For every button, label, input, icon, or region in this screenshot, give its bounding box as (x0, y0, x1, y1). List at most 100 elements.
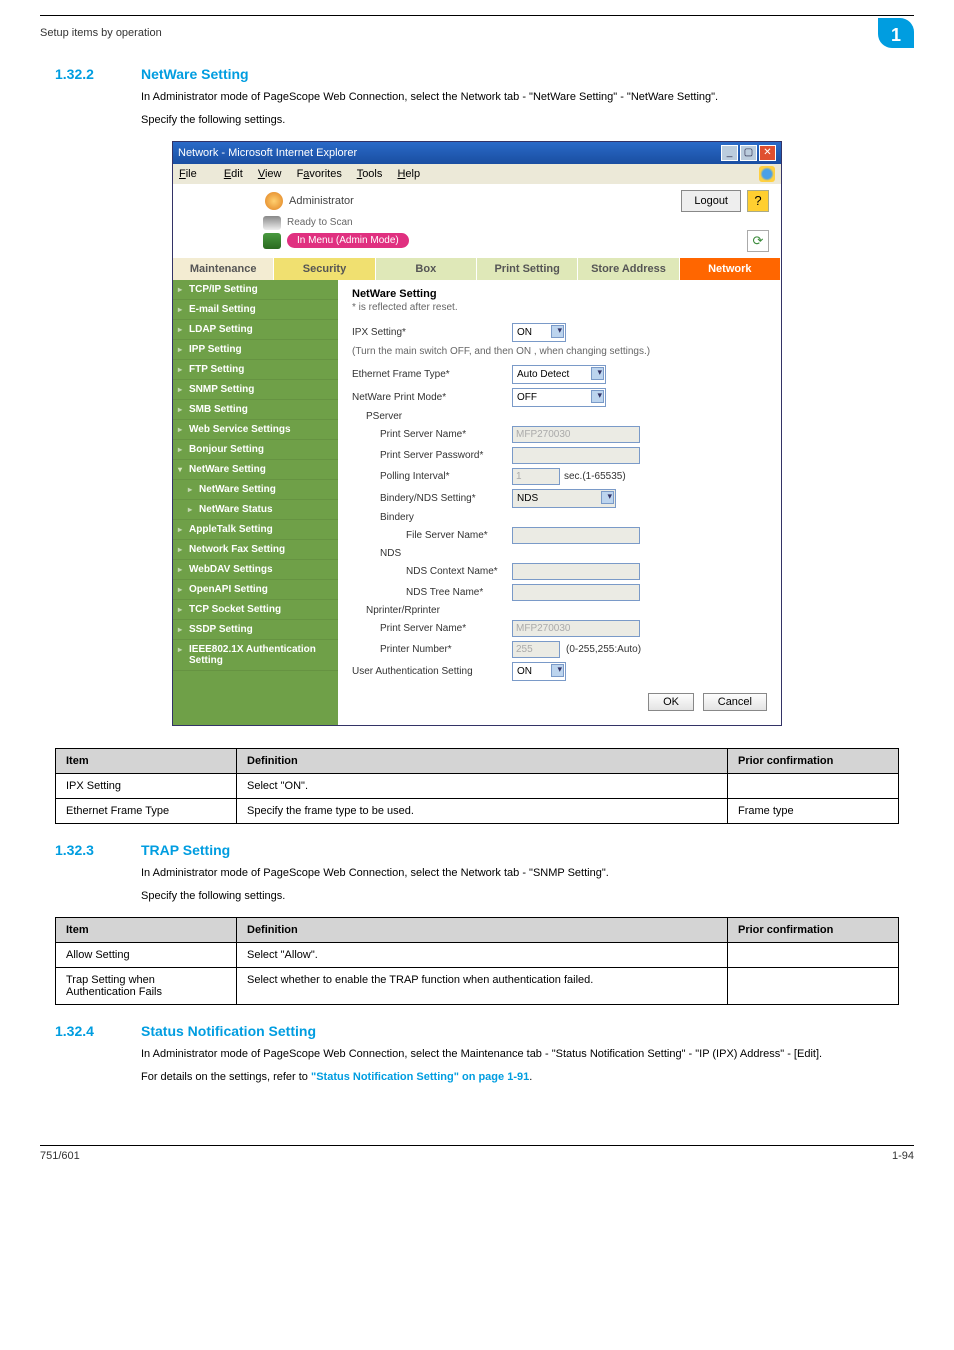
admin-label: Administrator (289, 195, 354, 207)
table-cell: Select "Allow". (237, 942, 728, 967)
label-poll: Polling Interval* (352, 471, 512, 482)
table-cell: Select whether to enable the TRAP functi… (237, 967, 728, 1004)
logout-button[interactable]: Logout (681, 190, 741, 212)
label-bind: Bindery/NDS Setting* (352, 493, 512, 504)
ipx-select[interactable] (512, 323, 566, 342)
status-text: Ready to Scan (287, 217, 353, 228)
tab-box[interactable]: Box (376, 258, 477, 280)
minimize-icon[interactable]: _ (721, 145, 738, 161)
tab-maintenance[interactable]: Maintenance (173, 258, 274, 280)
label-psn: Print Server Name* (352, 429, 512, 440)
sidebar-item-netware-status[interactable]: NetWare Status (173, 500, 338, 520)
sidebar-item-ftp[interactable]: FTP Setting (173, 360, 338, 380)
label-pserver: PServer (352, 411, 512, 422)
maximize-icon[interactable]: ▢ (740, 145, 757, 161)
section-num: 1.32.4 (55, 1023, 111, 1039)
table-cell: Specify the frame type to be used. (237, 798, 728, 823)
mode-select[interactable] (512, 388, 606, 407)
paragraph: Specify the following settings. (141, 889, 899, 904)
pnum-hint: (0-255,255:Auto) (566, 644, 641, 655)
label-frame: Ethernet Frame Type* (352, 369, 512, 380)
paragraph: For details on the settings, refer to "S… (141, 1070, 899, 1085)
section-title: Status Notification Setting (141, 1023, 316, 1039)
sidebar-item-bonjour[interactable]: Bonjour Setting (173, 440, 338, 460)
tab-store[interactable]: Store Address (578, 258, 679, 280)
th-prior: Prior confirmation (728, 748, 899, 773)
label-nds: NDS (352, 548, 512, 559)
sidebar-item-netware-setting[interactable]: NetWare Setting (173, 480, 338, 500)
sidebar-item-webservice[interactable]: Web Service Settings (173, 420, 338, 440)
ndscn-input[interactable] (512, 563, 640, 580)
chapter-badge: 1 (878, 18, 914, 48)
ndstn-input[interactable] (512, 584, 640, 601)
sidebar-item-ssdp[interactable]: SSDP Setting (173, 620, 338, 640)
ok-button[interactable]: OK (648, 693, 694, 711)
uauth-select[interactable] (512, 662, 566, 681)
paragraph: Specify the following settings. (141, 113, 899, 128)
table-cell: Allow Setting (56, 942, 237, 967)
label-pnum: Printer Number* (352, 644, 512, 655)
running-head: Setup items by operation (40, 27, 162, 39)
sidebar-item-tcpip[interactable]: TCP/IP Setting (173, 280, 338, 300)
th-prior: Prior confirmation (728, 917, 899, 942)
label-ipx: IPX Setting* (352, 327, 512, 338)
table-cell: Ethernet Frame Type (56, 798, 237, 823)
refresh-icon[interactable]: ⟳ (747, 230, 769, 252)
sidebar-item-ldap[interactable]: LDAP Setting (173, 320, 338, 340)
close-icon[interactable]: ✕ (759, 145, 776, 161)
bind-select[interactable] (512, 489, 616, 508)
section-title: NetWare Setting (141, 66, 249, 82)
menu-bar[interactable]: File Edit View Favorites Tools Help (179, 168, 432, 180)
sidebar-item-tcpsocket[interactable]: TCP Socket Setting (173, 600, 338, 620)
table-cell: Frame type (728, 798, 899, 823)
npsn-input[interactable] (512, 620, 640, 637)
table-cell (728, 773, 899, 798)
label-ndstn: NDS Tree Name* (352, 587, 512, 598)
label-psp: Print Server Password* (352, 450, 512, 461)
panel-note: * is reflected after reset. (352, 302, 767, 313)
cancel-button[interactable]: Cancel (703, 693, 767, 711)
sidebar-item-openapi[interactable]: OpenAPI Setting (173, 580, 338, 600)
section-num: 1.32.3 (55, 842, 111, 858)
tab-security[interactable]: Security (274, 258, 375, 280)
mode-icon (263, 233, 281, 249)
label-ndscn: NDS Context Name* (352, 566, 512, 577)
paragraph: In Administrator mode of PageScope Web C… (141, 1047, 899, 1062)
footer-right: 1-94 (892, 1150, 914, 1162)
sidebar-item-netware[interactable]: NetWare Setting (173, 460, 338, 480)
table-cell (728, 942, 899, 967)
label-mode: NetWare Print Mode* (352, 392, 512, 403)
mode-pill: In Menu (Admin Mode) (287, 233, 409, 248)
poll-unit: sec.(1-65535) (564, 471, 626, 482)
paragraph: In Administrator mode of PageScope Web C… (141, 90, 899, 105)
sidebar-item-netfax[interactable]: Network Fax Setting (173, 540, 338, 560)
pnum-input[interactable] (512, 641, 560, 658)
table-cell: IPX Setting (56, 773, 237, 798)
fsn-input[interactable] (512, 527, 640, 544)
frame-select[interactable] (512, 365, 606, 384)
cross-ref-link[interactable]: "Status Notification Setting" on page 1-… (311, 1071, 529, 1083)
label-bindery: Bindery (352, 512, 512, 523)
help-icon[interactable]: ? (747, 190, 769, 212)
sidebar-item-email[interactable]: E-mail Setting (173, 300, 338, 320)
th-def: Definition (237, 748, 728, 773)
ipx-hint: (Turn the main switch OFF, and then ON ,… (352, 346, 767, 357)
window-title: Network - Microsoft Internet Explorer (178, 147, 357, 159)
sidebar-item-appletalk[interactable]: AppleTalk Setting (173, 520, 338, 540)
sidebar-item-ipp[interactable]: IPP Setting (173, 340, 338, 360)
label-fsn: File Server Name* (352, 530, 512, 541)
tab-network[interactable]: Network (680, 258, 781, 280)
psp-input[interactable] (512, 447, 640, 464)
sidebar-item-smb[interactable]: SMB Setting (173, 400, 338, 420)
th-item: Item (56, 917, 237, 942)
sidebar-item-snmp[interactable]: SNMP Setting (173, 380, 338, 400)
printer-icon (263, 216, 281, 230)
sidebar-item-ieee[interactable]: IEEE802.1X Authentication Setting (173, 640, 338, 671)
poll-input[interactable] (512, 468, 560, 485)
table-cell: Trap Setting when Authentication Fails (56, 967, 237, 1004)
panel-title: NetWare Setting (352, 288, 767, 300)
paragraph: In Administrator mode of PageScope Web C… (141, 866, 899, 881)
tab-print[interactable]: Print Setting (477, 258, 578, 280)
sidebar-item-webdav[interactable]: WebDAV Settings (173, 560, 338, 580)
psn-input[interactable] (512, 426, 640, 443)
